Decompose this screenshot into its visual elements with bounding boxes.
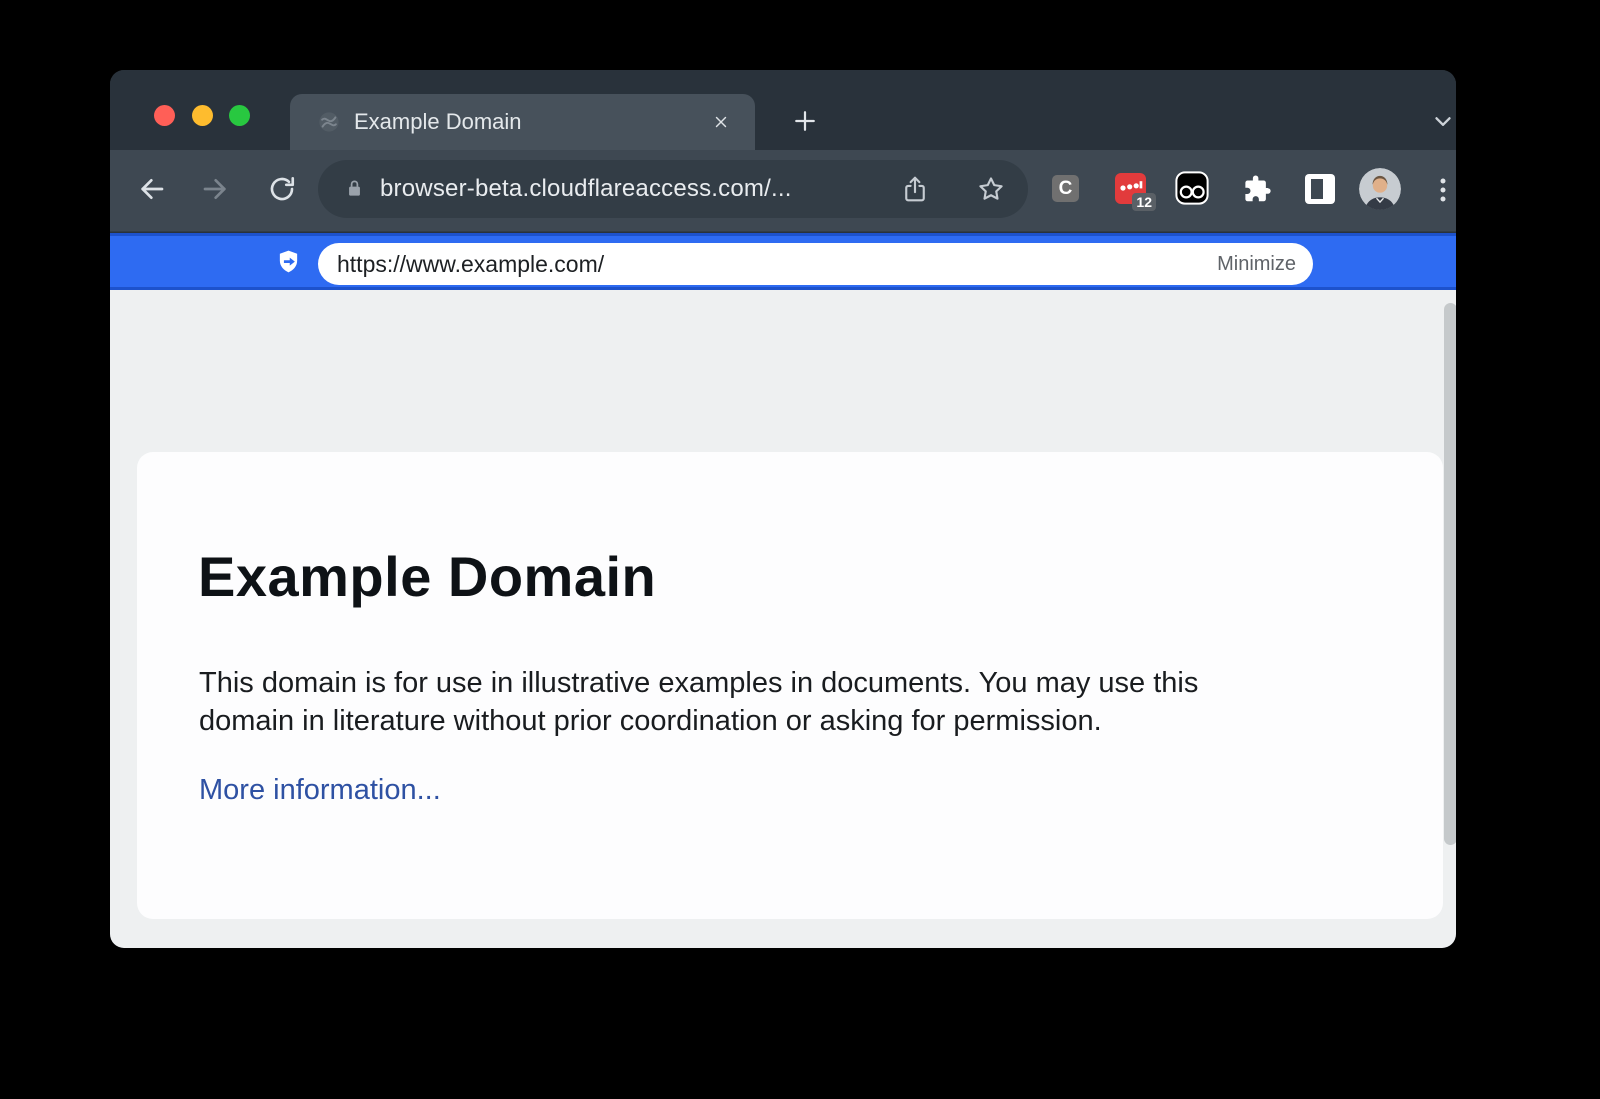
url-text: browser-beta.cloudflareaccess.com/...	[380, 160, 792, 218]
page-viewport: Example Domain This domain is for use in…	[110, 290, 1456, 948]
extension-c-icon[interactable]: C	[1052, 175, 1079, 202]
traffic-zoom-icon[interactable]	[229, 105, 250, 126]
chevron-down-icon[interactable]	[1428, 108, 1456, 134]
extension-red-dots-icon[interactable]: 12	[1115, 173, 1146, 204]
puzzle-icon[interactable]	[1242, 174, 1272, 204]
paragraph-line: This domain is for use in illustrative e…	[199, 664, 1198, 702]
kebab-menu-icon[interactable]	[1430, 176, 1456, 204]
extension-c-label: C	[1059, 178, 1073, 200]
extension-badge: 12	[1132, 193, 1156, 211]
reload-icon	[267, 174, 297, 204]
share-icon[interactable]	[900, 174, 930, 204]
close-icon[interactable]	[712, 113, 730, 131]
back-button[interactable]	[135, 172, 169, 206]
globe-icon	[318, 111, 340, 133]
tab-example-domain[interactable]: Example Domain	[290, 94, 755, 150]
traffic-minimize-icon[interactable]	[192, 105, 213, 126]
side-panel-hole	[1311, 179, 1323, 199]
paragraph-line: domain in literature without prior coord…	[199, 702, 1198, 740]
minimize-button[interactable]: Minimize	[1217, 243, 1296, 285]
example-domain-card: Example Domain This domain is for use in…	[137, 452, 1443, 919]
page-title: Example Domain	[198, 544, 656, 609]
forward-button[interactable]	[198, 172, 232, 206]
isolation-url-input[interactable]: https://www.example.com/ Minimize	[318, 243, 1313, 285]
arrow-right-icon	[199, 173, 231, 205]
browser-window: Example Domain	[110, 70, 1456, 948]
address-bar[interactable]: browser-beta.cloudflareaccess.com/...	[318, 160, 1028, 218]
star-icon[interactable]	[976, 174, 1006, 204]
side-panel-icon[interactable]	[1305, 174, 1335, 204]
lock-icon[interactable]	[344, 178, 365, 199]
new-tab-button[interactable]	[791, 107, 819, 135]
tab-title: Example Domain	[354, 94, 522, 150]
tab-strip: Example Domain	[110, 70, 1456, 150]
more-information-link[interactable]: More information...	[199, 774, 441, 807]
page-paragraph: This domain is for use in illustrative e…	[199, 664, 1198, 740]
avatar[interactable]	[1359, 168, 1401, 210]
arrow-left-icon	[136, 173, 168, 205]
reload-button[interactable]	[265, 172, 299, 206]
traffic-close-icon[interactable]	[154, 105, 175, 126]
extension-goggles-icon[interactable]	[1175, 171, 1209, 205]
isolation-bar: https://www.example.com/ Minimize	[110, 233, 1456, 290]
toolbar: browser-beta.cloudflareaccess.com/... C	[110, 150, 1456, 232]
scrollbar-thumb[interactable]	[1444, 303, 1456, 845]
isolation-url-value: https://www.example.com/	[337, 243, 604, 285]
shield-arrow-icon	[276, 249, 301, 274]
